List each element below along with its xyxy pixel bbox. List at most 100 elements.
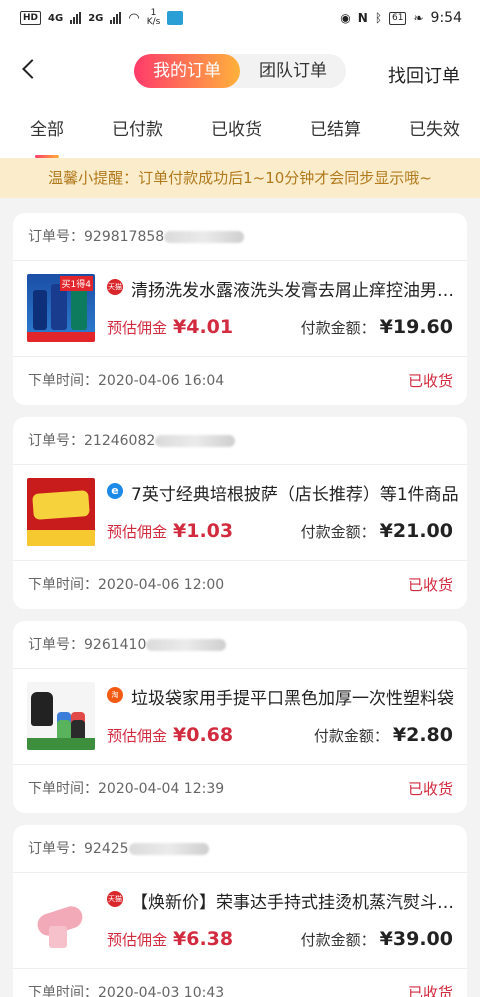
back-button[interactable]	[14, 54, 44, 84]
notice-banner: 温馨小提醒：订单付款成功后1~10分钟才会同步显示哦~	[0, 158, 480, 198]
shop-icon-label: e	[111, 484, 119, 497]
order-card[interactable]: 订单号：9261410 淘 垃圾袋家用手提平口黑色加厚一次性塑料袋 预估佣金 ¥0…	[13, 621, 467, 813]
tab-received[interactable]: 已收货	[211, 106, 262, 158]
app-notification-icon	[167, 11, 184, 25]
tab-invalid[interactable]: 已失效	[409, 106, 460, 158]
commission-value: ¥0.68	[173, 724, 234, 746]
order-footer: 下单时间：2020-04-06 16:04 已收货	[13, 357, 467, 405]
amount-value: ¥2.80	[392, 724, 453, 746]
signal-bars-icon	[70, 12, 82, 24]
amount-label: 付款金额：	[300, 523, 376, 541]
tab-settled[interactable]: 已结算	[310, 106, 361, 158]
commission-label: 预估佣金	[107, 727, 168, 745]
shop-icon-label: 淘	[111, 691, 119, 699]
commission-label: 预估佣金	[107, 319, 168, 337]
order-time-value: 2020-04-06 16:04	[98, 373, 225, 389]
order-status: 已收货	[407, 780, 453, 798]
tab-my-orders[interactable]: 我的订单	[134, 54, 240, 88]
amount-value: ¥19.60	[379, 316, 453, 338]
net-speed: 1 K/s	[147, 9, 161, 27]
commission-value: ¥6.38	[173, 928, 234, 950]
order-time-label: 下单时间：	[28, 373, 98, 389]
taobao-icon: 淘	[107, 687, 123, 703]
signal-2g-icon: 2G	[88, 13, 103, 24]
tmall-icon: 天猫	[107, 279, 123, 295]
commission-label: 预估佣金	[107, 931, 168, 949]
status-tabs: 全部 已付款 已收货 已结算 已失效	[0, 106, 480, 158]
order-number-row: 订单号：9261410	[13, 621, 467, 669]
order-time: 下单时间：2020-04-04 12:39	[28, 765, 224, 813]
signal-4g-label: 4G	[48, 12, 64, 24]
amount-label: 付款金额：	[300, 319, 376, 337]
order-number-row: 订单号：929817858	[13, 213, 467, 261]
order-status: 已收货	[407, 372, 453, 390]
commission-value: ¥4.01	[173, 316, 234, 338]
battery-icon: 61	[389, 11, 407, 25]
order-number: 21246082	[84, 433, 156, 449]
tab-team-orders[interactable]: 团队订单	[240, 54, 346, 88]
amount-label: 付款金额：	[313, 727, 389, 745]
order-number-label: 订单号：	[28, 229, 84, 245]
signal-2g-label: 2G	[88, 12, 104, 24]
commission: 预估佣金 ¥4.01	[107, 316, 233, 338]
order-time-value: 2020-04-06 12:00	[98, 577, 225, 593]
product-title: 清扬洗发水露液洗头发膏去屑止痒控油男士女士正品	[131, 281, 461, 301]
wifi-icon: ◠	[128, 10, 140, 26]
commission-value: ¥1.03	[173, 520, 234, 542]
order-number-label: 订单号：	[28, 637, 84, 653]
order-product[interactable]: 淘 垃圾袋家用手提平口黑色加厚一次性塑料袋 预估佣金 ¥0.68 付款金额： ¥2.…	[13, 669, 467, 765]
product-image	[27, 682, 95, 750]
order-time-label: 下单时间：	[28, 781, 98, 797]
order-number-label: 订单号：	[28, 841, 84, 857]
payment-amount: 付款金额： ¥2.80	[314, 724, 453, 746]
net-speed-unit: K/s	[146, 17, 161, 27]
order-card[interactable]: 订单号：929817858 买1得4 天猫 清扬洗发水露液洗头发膏去屑止痒控油男…	[13, 213, 467, 405]
product-image-tag: 买1得4	[59, 276, 93, 291]
commission: 预估佣金 ¥6.38	[107, 928, 233, 950]
order-number-label: 订单号：	[28, 433, 84, 449]
order-card[interactable]: 订单号：92425 天猫 【焕新价】荣事达手持式挂烫机蒸汽熨斗家用 预估佣金 ¥6…	[13, 825, 467, 997]
payment-amount: 付款金额： ¥19.60	[301, 316, 453, 338]
amount-value: ¥39.00	[379, 928, 453, 950]
order-time-label: 下单时间：	[28, 577, 98, 593]
clock: 9:54	[430, 10, 462, 26]
order-number-row: 订单号：92425	[13, 825, 467, 873]
eye-icon: ◉	[340, 11, 351, 25]
order-number-blurred	[164, 231, 245, 243]
bluetooth-icon: ᛒ	[374, 11, 383, 25]
order-list: 订单号：929817858 买1得4 天猫 清扬洗发水露液洗头发膏去屑止痒控油男…	[0, 198, 480, 997]
product-image	[27, 886, 95, 954]
product-title: 【焕新价】荣事达手持式挂烫机蒸汽熨斗家用	[131, 893, 461, 913]
order-footer: 下单时间：2020-04-04 12:39 已收货	[13, 765, 467, 813]
shop-icon-label: 天猫	[108, 895, 122, 903]
payment-amount: 付款金额： ¥21.00	[301, 520, 453, 542]
order-product[interactable]: e 7英寸经典培根披萨（店长推荐）等1件商品 预估佣金 ¥1.03 付款金额： ¥2…	[13, 465, 467, 561]
order-card[interactable]: 订单号：21246082 e 7英寸经典培根披萨（店长推荐）等1件商品 预估佣金…	[13, 417, 467, 609]
product-image	[27, 478, 95, 546]
order-number: 9261410	[84, 637, 147, 653]
status-bar: HD 4G 2G ◠ 1 K/s ◉ N ᛒ 61 ❧ 9:54	[0, 0, 480, 36]
tmall-icon: 天猫	[107, 891, 123, 907]
order-product[interactable]: 买1得4 天猫 清扬洗发水露液洗头发膏去屑止痒控油男士女士正品 预估佣金 ¥4.0…	[13, 261, 467, 357]
tab-all[interactable]: 全部	[30, 106, 64, 158]
order-number-blurred	[155, 435, 236, 447]
signal-bars-2-icon	[110, 12, 122, 24]
order-time: 下单时间：2020-04-06 16:04	[28, 357, 224, 405]
order-status: 已收货	[407, 576, 453, 594]
chevron-left-icon	[22, 59, 42, 79]
ele-icon: e	[107, 483, 123, 499]
order-number: 929817858	[84, 229, 165, 245]
recover-orders-button[interactable]: 找回订单	[388, 62, 460, 88]
tab-paid[interactable]: 已付款	[112, 106, 163, 158]
order-product[interactable]: 天猫 【焕新价】荣事达手持式挂烫机蒸汽熨斗家用 预估佣金 ¥6.38 付款金额： ¥…	[13, 873, 467, 969]
order-status: 已收货	[407, 984, 453, 997]
order-time-value: 2020-04-03 10:43	[98, 985, 225, 997]
signal-4g-icon: 4G	[48, 13, 63, 24]
order-time-value: 2020-04-04 12:39	[98, 781, 225, 797]
product-title: 7英寸经典培根披萨（店长推荐）等1件商品	[131, 485, 459, 505]
order-footer: 下单时间：2020-04-06 12:00 已收货	[13, 561, 467, 609]
product-image: 买1得4	[27, 274, 95, 342]
header: 我的订单 团队订单 找回订单	[0, 36, 480, 106]
hd-icon: HD	[20, 11, 42, 25]
commission: 预估佣金 ¥1.03	[107, 520, 233, 542]
